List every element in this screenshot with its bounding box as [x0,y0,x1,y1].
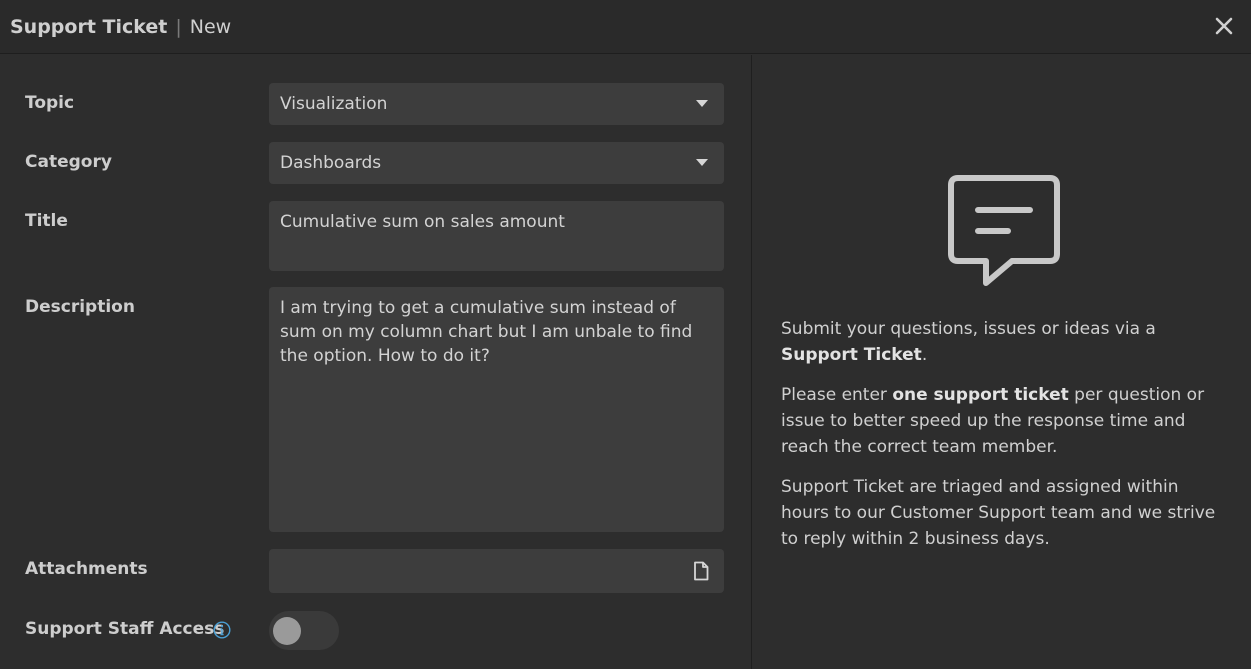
title-input[interactable]: Cumulative sum on sales amount [269,201,724,271]
info-panel: Submit your questions, issues or ideas v… [753,55,1251,669]
file-icon[interactable] [692,561,710,581]
dialog-state: New [189,15,232,38]
category-select[interactable]: Dashboards [269,142,724,184]
dialog-title: Support Ticket [10,15,168,38]
category-label: Category [25,152,112,172]
support-ticket-dialog: Support Ticket | New Topic Visualization… [0,0,1251,669]
chat-bubble-icon [948,175,1060,286]
info-paragraph-2: Please enter one support ticket per ques… [781,385,1205,457]
staff-access-label: Support Staff Access [25,619,225,639]
chevron-down-icon [696,159,708,166]
info-paragraph-1: Submit your questions, issues or ideas v… [781,319,1156,365]
chevron-down-icon [696,100,708,107]
description-textarea[interactable]: I am trying to get a cumulative sum inst… [269,287,724,532]
info-paragraph-3: Support Ticket are triaged and assigned … [781,477,1216,549]
staff-access-toggle[interactable] [269,611,339,650]
attachments-label: Attachments [25,559,148,579]
close-icon[interactable] [1211,13,1237,39]
title-separator: | [175,15,182,38]
toggle-knob [273,617,301,645]
title-label: Title [25,211,68,231]
dialog-header: Support Ticket | New [0,0,1251,54]
ticket-form: Topic Visualization Category Dashboards … [0,55,752,669]
topic-value: Visualization [280,94,388,114]
description-label: Description [25,297,135,317]
category-value: Dashboards [280,153,382,173]
attachments-field[interactable] [269,549,724,593]
topic-select[interactable]: Visualization [269,83,724,125]
info-icon[interactable] [213,621,231,639]
topic-label: Topic [25,93,75,113]
